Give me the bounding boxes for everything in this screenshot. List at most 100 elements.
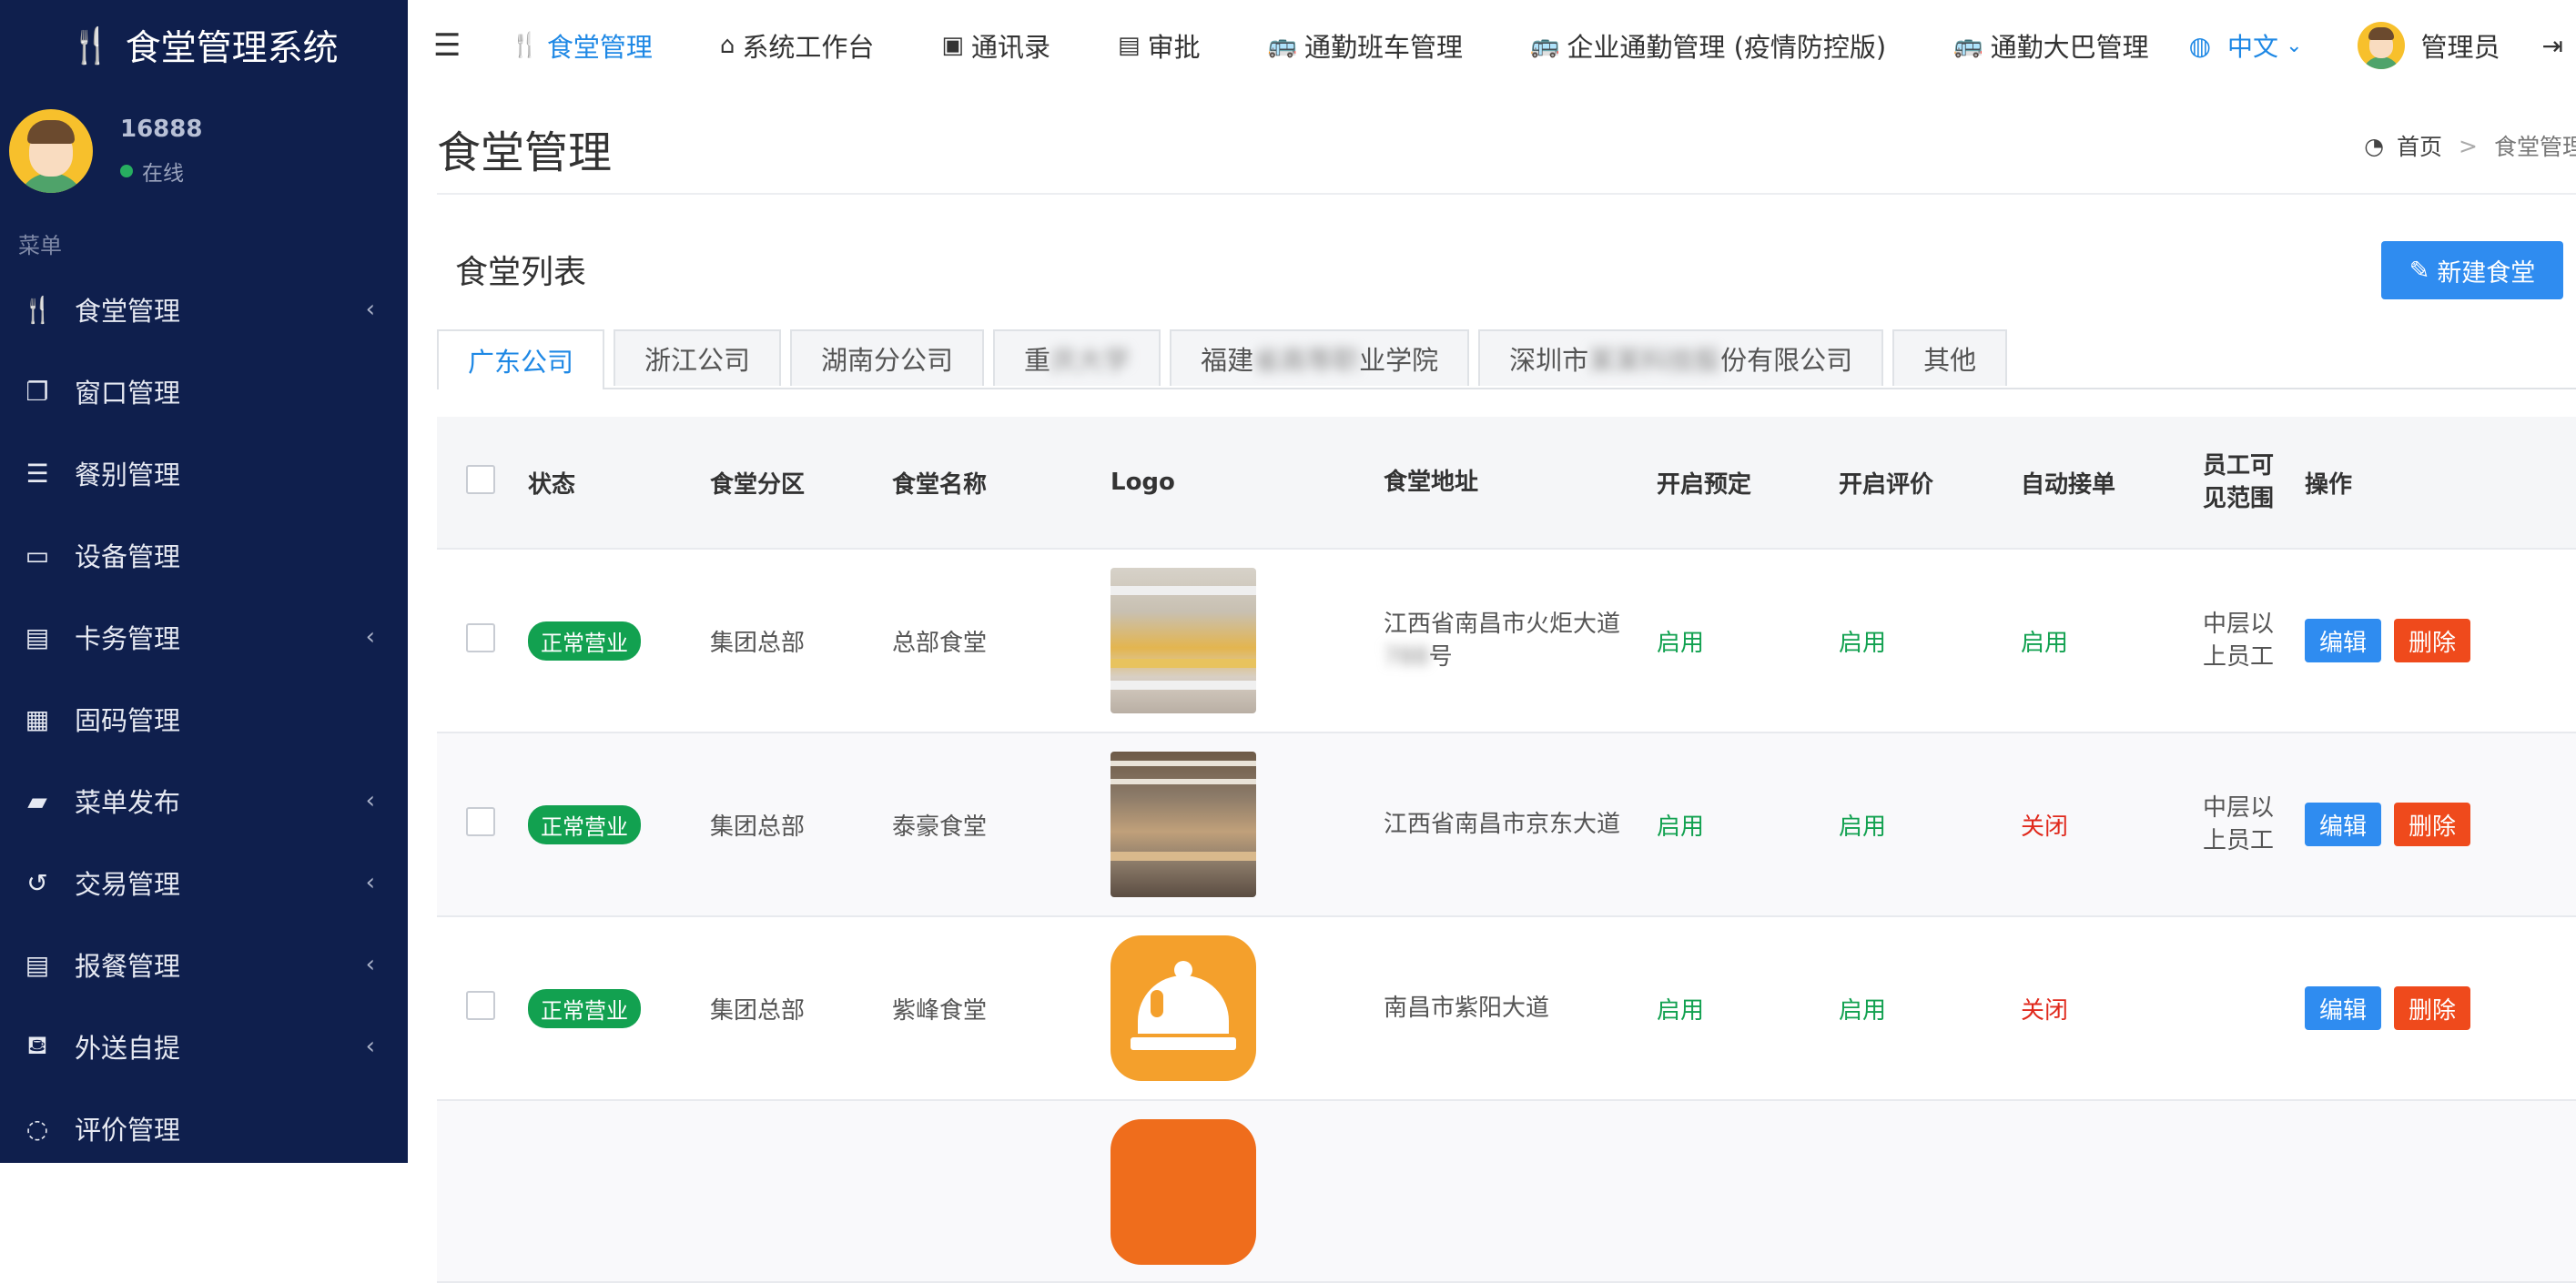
language-label: 中文 <box>2227 32 2279 62</box>
col-scope: 员工可见范围 <box>2203 452 2275 512</box>
sidebar-item-label: 报餐管理 <box>75 951 181 982</box>
chevron-left-icon: ‹ <box>365 296 375 323</box>
breadcrumb-home[interactable]: 首页 <box>2397 129 2442 162</box>
nav-enterprise-commute[interactable]: 🚌 企业通勤管理 (疫情防控版) <box>1530 26 1886 65</box>
sidebar-item-canteen[interactable]: 🍴 食堂管理 ‹ <box>0 268 408 350</box>
row-checkbox[interactable] <box>466 806 495 836</box>
sidebar-item-window[interactable]: ❐ 窗口管理 <box>0 350 408 432</box>
zone-cell: 集团总部 <box>710 996 806 1025</box>
tab-guangdong[interactable]: 广东公司 <box>437 329 605 389</box>
delete-button[interactable]: 删除 <box>2394 803 2471 846</box>
avatar[interactable] <box>9 109 93 193</box>
col-status: 状态 <box>528 470 576 499</box>
sidebar-item-label: 卡务管理 <box>75 623 181 654</box>
name-cell: 总部食堂 <box>892 629 988 657</box>
bus-icon: 🚌 <box>1529 32 1560 59</box>
tab-fujian[interactable]: 福建 省高等职 业学院 <box>1170 329 1470 386</box>
admin-menu[interactable]: 管理员 <box>2357 22 2500 69</box>
sidebar-item-card[interactable]: ▤ 卡务管理 ‹ <box>0 596 408 678</box>
rating-cell: 启用 <box>1839 629 1887 657</box>
col-rating: 开启评价 <box>1839 470 1934 499</box>
language-selector[interactable]: ◍ 中文 ⌄ <box>2189 27 2303 64</box>
rating-cell: 启用 <box>1839 813 1887 841</box>
sidebar-item-label: 交易管理 <box>75 869 181 900</box>
utensils-icon: 🍴 <box>69 25 113 66</box>
zone-cell: 集团总部 <box>710 813 806 841</box>
sidebar-item-label: 窗口管理 <box>75 378 181 409</box>
logout-icon[interactable]: ⇥ <box>2542 31 2563 61</box>
globe-icon: ◍ <box>2188 30 2212 61</box>
qrcode-icon: ▦ <box>25 703 50 734</box>
breadcrumb: ◔ 首页 > 食堂管理 <box>2364 129 2576 162</box>
edit-button[interactable]: 编辑 <box>2305 986 2382 1030</box>
row-checkbox[interactable] <box>466 990 495 1020</box>
windows-icon: ❐ <box>25 376 49 407</box>
status-badge: 正常营业 <box>528 988 641 1028</box>
booking-cell: 启用 <box>1657 996 1705 1025</box>
new-canteen-label: 新建食堂 <box>2437 258 2536 288</box>
user-name: 16888 <box>120 116 203 143</box>
sidebar-item-label: 评价管理 <box>75 1115 181 1146</box>
hamburger-menu-icon[interactable]: ☰ <box>433 27 461 64</box>
nav-contacts[interactable]: ▣ 通讯录 <box>941 26 1050 65</box>
col-logo: Logo <box>1111 469 1175 496</box>
tab-other[interactable]: 其他 <box>1892 329 2008 386</box>
address-card-icon: ▣ <box>941 32 964 59</box>
delete-button[interactable]: 删除 <box>2394 619 2471 662</box>
breadcrumb-current: 食堂管理 <box>2493 134 2576 160</box>
new-canteen-button[interactable]: ✎ 新建食堂 <box>2381 241 2563 299</box>
sidebar-item-menu-publish[interactable]: ▰ 菜单发布 ‹ <box>0 760 408 842</box>
nav-approval[interactable]: ▤ 审批 <box>1118 26 1201 65</box>
booking-cell: 启用 <box>1657 629 1705 657</box>
sidebar-item-qrcode[interactable]: ▦ 固码管理 <box>0 678 408 760</box>
zone-cell: 集团总部 <box>710 629 806 657</box>
chevron-left-icon: ‹ <box>365 951 375 978</box>
menu-header: 菜单 <box>18 233 62 258</box>
tab-hunan[interactable]: 湖南分公司 <box>790 329 985 386</box>
nav-label: 通勤大巴管理 <box>1990 32 2149 63</box>
delete-button[interactable]: 删除 <box>2394 986 2471 1030</box>
nav-bus[interactable]: 🚌 通勤大巴管理 <box>1953 26 2148 65</box>
auto-accept-cell: 关闭 <box>2021 996 2069 1025</box>
nav-workbench[interactable]: ⌂ 系统工作台 <box>720 26 875 65</box>
col-ops: 操作 <box>2305 470 2353 499</box>
list-icon: ☰ <box>25 458 49 489</box>
sidebar-item-device[interactable]: ▭ 设备管理 <box>0 514 408 596</box>
masked-text: 788 <box>1384 643 1429 671</box>
tab-chongqing[interactable]: 重庆大学 <box>993 329 1161 386</box>
sidebar-item-meal-report[interactable]: ▤ 报餐管理 ‹ <box>0 924 408 1005</box>
chevron-left-icon: ‹ <box>365 787 375 814</box>
sidebar-item-review[interactable]: ◌ 评价管理 <box>0 1087 408 1163</box>
address-cell: 南昌市紫阳大道 <box>1384 995 1550 1022</box>
utensils-icon: 🍴 <box>22 294 54 325</box>
masked-text: 省高等职 <box>1253 345 1360 376</box>
table-row: 正常营业 集团总部 紫峰食堂 南昌市紫阳大道 启用 启用 关闭 编辑 删除 <box>437 917 2576 1101</box>
tab-shenzhen[interactable]: 深圳市 某某科技股 份有限公司 <box>1478 329 1884 386</box>
select-all-checkbox[interactable] <box>466 464 495 494</box>
brand-title: 食堂管理系统 <box>125 28 339 69</box>
bus-icon: 🚌 <box>1267 32 1297 59</box>
utensils-icon: 🍴 <box>510 32 540 59</box>
admin-name: 管理员 <box>2420 32 2500 63</box>
nav-shuttle[interactable]: 🚌 通勤班车管理 <box>1268 26 1463 65</box>
nav-canteen[interactable]: 🍴 食堂管理 <box>510 26 652 65</box>
sidebar-item-label: 设备管理 <box>75 541 181 572</box>
sidebar-item-transaction[interactable]: ↺ 交易管理 ‹ <box>0 842 408 924</box>
row-checkbox[interactable] <box>466 622 495 652</box>
edit-button[interactable]: 编辑 <box>2305 803 2382 846</box>
tab-zhejiang[interactable]: 浙江公司 <box>614 329 782 386</box>
chevron-left-icon: ‹ <box>365 1033 375 1060</box>
scope-cell: 中层以上员工 <box>2203 611 2275 671</box>
canteen-photo <box>1111 752 1256 897</box>
user-status-text: 在线 <box>142 162 184 186</box>
edit-button[interactable]: 编辑 <box>2305 619 2382 662</box>
sidebar-item-delivery[interactable]: ⛾ 外送自提 ‹ <box>0 1005 408 1087</box>
col-auto-accept: 自动接单 <box>2021 470 2116 499</box>
sidebar: 🍴 食堂管理系统 16888 在线 菜单 🍴 食堂管理 ‹ ❐ 窗口管理 ☰ 餐… <box>0 0 408 1163</box>
user-panel: 16888 在线 <box>0 91 408 211</box>
company-tabs: 广东公司 浙江公司 湖南分公司 重庆大学 福建 省高等职 业学院 深圳市 某某科技股份… <box>437 329 2576 389</box>
sidebar-item-label: 菜单发布 <box>75 787 181 818</box>
brand[interactable]: 🍴 食堂管理系统 <box>0 0 408 91</box>
sidebar-item-meal-type[interactable]: ☰ 餐别管理 <box>0 432 408 514</box>
chevron-left-icon: ‹ <box>365 869 375 896</box>
